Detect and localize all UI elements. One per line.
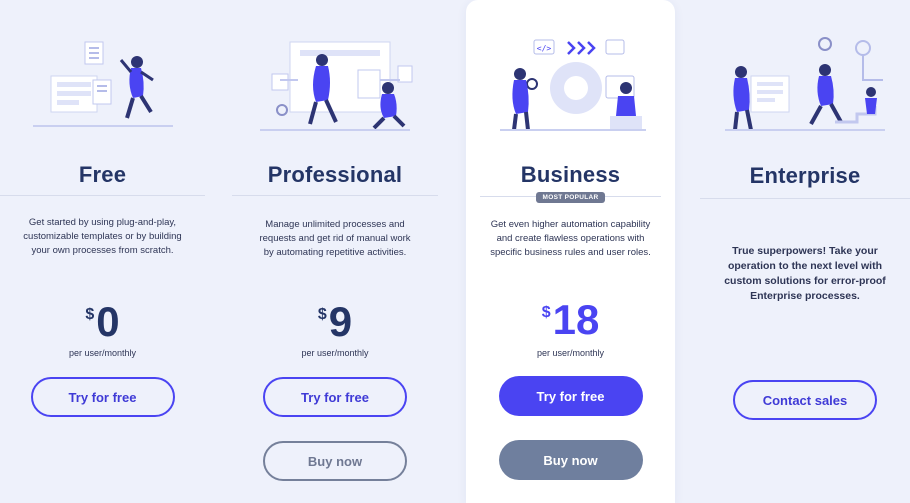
contact-sales-button[interactable]: Contact sales bbox=[733, 380, 877, 420]
plan-name: Enterprise bbox=[749, 163, 861, 188]
free-illustration bbox=[0, 30, 205, 140]
price-period: per user/monthly bbox=[301, 348, 369, 358]
price-amount: 18 bbox=[552, 296, 600, 343]
plan-card-enterprise: Enterprise True superpowers! Take your o… bbox=[700, 0, 910, 503]
try-for-free-button[interactable]: Try for free bbox=[263, 377, 407, 417]
price-period: per user/monthly bbox=[536, 348, 605, 358]
enterprise-illustration bbox=[700, 30, 910, 140]
try-for-free-button[interactable]: Try for free bbox=[498, 376, 643, 416]
price-amount: 0 bbox=[96, 298, 120, 345]
professional-illustration bbox=[232, 30, 438, 140]
svg-text:</>: </> bbox=[536, 44, 551, 53]
price-amount: 9 bbox=[328, 298, 353, 345]
try-for-free-button[interactable]: Try for free bbox=[30, 377, 175, 417]
plan-price: $ 18 bbox=[466, 298, 675, 342]
plan-card-free: Free Get started by using plug-and-play,… bbox=[0, 0, 205, 503]
plan-description: True superpowers! Take your operation to… bbox=[724, 245, 886, 302]
plan-price: $ 0 bbox=[0, 300, 205, 344]
price-period: per user/monthly bbox=[68, 348, 137, 358]
divider bbox=[700, 198, 910, 199]
business-illustration: </> bbox=[466, 30, 675, 140]
buy-now-button[interactable]: Buy now bbox=[498, 440, 643, 480]
most-popular-badge: MOST POPULAR bbox=[535, 192, 606, 203]
plan-name: Professional bbox=[267, 162, 403, 187]
plan-description: Get started by using plug-and-play, cust… bbox=[23, 217, 182, 256]
plan-name: Business bbox=[520, 162, 621, 187]
divider bbox=[0, 195, 205, 196]
plan-description: Manage unlimited processes and requests … bbox=[259, 219, 411, 258]
buy-now-button[interactable]: Buy now bbox=[263, 441, 407, 481]
currency-symbol: $ bbox=[317, 306, 327, 323]
currency-symbol: $ bbox=[541, 304, 551, 321]
plan-card-professional: Professional Manage unlimited processes … bbox=[232, 0, 438, 503]
divider bbox=[232, 195, 438, 196]
plan-name: Free bbox=[78, 162, 127, 187]
currency-symbol: $ bbox=[85, 306, 95, 323]
plan-card-business: </> Business MOST POPULAR Get even highe… bbox=[466, 0, 675, 503]
plan-price: $ 9 bbox=[232, 300, 438, 344]
plan-description: Get even higher automation capability an… bbox=[490, 219, 651, 258]
